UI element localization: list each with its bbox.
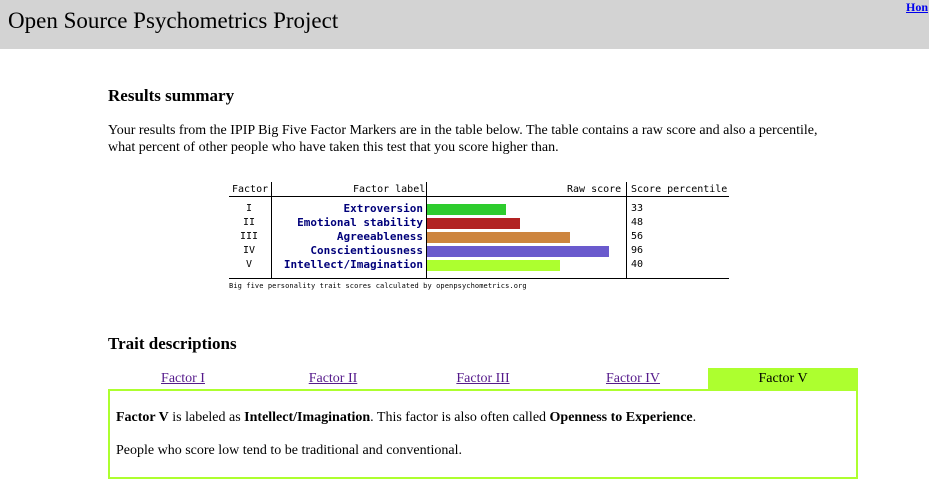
factor-label: Emotional stability	[297, 216, 423, 229]
table-caption: Big five personality trait scores calcul…	[229, 282, 527, 290]
score-bar	[427, 204, 506, 215]
description-text: . This factor is also often called	[370, 410, 550, 425]
score-row-conscientiousness: IV Conscientiousness 96	[229, 244, 729, 258]
factor-label: Intellect/Imagination	[283, 258, 423, 271]
percentile-value: 56	[631, 231, 644, 242]
low-score-description: People who score low tend to be traditio…	[116, 443, 463, 458]
tab-factor-iv[interactable]: Factor IV	[558, 368, 708, 389]
header-factor: Factor	[232, 184, 269, 195]
header-factor-label: Factor label	[353, 184, 426, 195]
score-bar	[427, 232, 570, 243]
tab-factor-ii[interactable]: Factor II	[258, 368, 408, 389]
header-score-percentile: Score percentile	[631, 184, 728, 195]
factor-name: Factor V	[116, 410, 169, 425]
factor-label: Agreeableness	[336, 230, 423, 243]
site-header: Open Source Psychometrics Project	[0, 0, 929, 49]
home-link[interactable]: Hon	[906, 0, 928, 15]
results-summary-heading: Results summary	[108, 86, 235, 105]
header-rule	[229, 196, 729, 197]
factor-number: I	[245, 203, 253, 214]
tab-factor-v[interactable]: Factor V	[708, 368, 858, 389]
tab-factor-iii[interactable]: Factor III	[408, 368, 558, 389]
factor-number: IV	[242, 245, 256, 256]
factor-label: Extroversion	[343, 202, 423, 215]
factor-tabs: Factor I Factor II Factor III Factor IV …	[108, 368, 858, 389]
score-bar	[427, 260, 560, 271]
site-title: Open Source Psychometrics Project	[8, 8, 339, 33]
alternate-name: Openness to Experience	[549, 410, 693, 425]
score-row-intellect-imagination: V Intellect/Imagination 40	[229, 258, 729, 272]
factor-description-text: Factor V is labeled as Intellect/Imagina…	[116, 410, 696, 426]
description-text: is labeled as	[168, 410, 245, 425]
percentile-value: 33	[631, 203, 644, 214]
score-table: Factor Factor label Raw score Score perc…	[229, 182, 729, 294]
trait-label: Intellect/Imagination	[244, 410, 371, 425]
percentile-value: 96	[631, 245, 644, 256]
description-text: .	[692, 410, 697, 425]
trait-descriptions-heading: Trait descriptions	[108, 334, 237, 353]
factor-number: II	[242, 217, 256, 228]
percentile-value: 40	[631, 259, 644, 270]
factor-label: Conscientiousness	[310, 244, 423, 257]
results-intro-text: Your results from the IPIP Big Five Fact…	[108, 123, 818, 155]
footer-rule	[229, 278, 729, 279]
header-raw-score: Raw score	[567, 184, 622, 195]
factor-description-panel: Factor V is labeled as Intellect/Imagina…	[108, 389, 858, 479]
score-bar	[427, 218, 520, 229]
tab-factor-i[interactable]: Factor I	[108, 368, 258, 389]
score-bar	[427, 246, 609, 257]
score-row-agreeableness: III Agreeableness 56	[229, 230, 729, 244]
factor-number: III	[239, 231, 259, 242]
score-row-extroversion: I Extroversion 33	[229, 202, 729, 216]
percentile-value: 48	[631, 217, 644, 228]
factor-number: V	[245, 259, 253, 270]
score-row-emotional-stability: II Emotional stability 48	[229, 216, 729, 230]
